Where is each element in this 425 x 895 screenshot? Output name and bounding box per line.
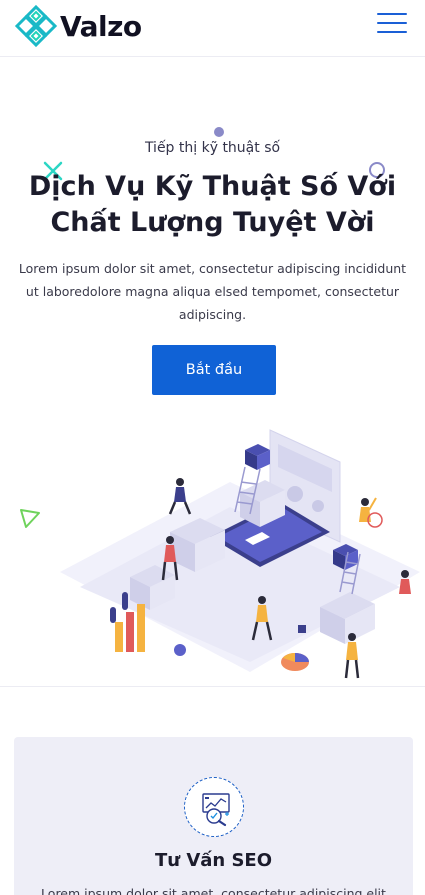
service-title: Tư Vấn SEO (154, 850, 273, 871)
service-icon-badge (184, 777, 244, 837)
get-started-button[interactable]: Bắt đầu (152, 345, 276, 395)
section-divider (0, 686, 425, 687)
dot-decoration-icon (214, 127, 224, 137)
hamburger-menu-icon[interactable] (377, 13, 407, 35)
brand-name: Valzo (60, 9, 142, 43)
hero-section: Tiếp thị kỹ thuật số Dịch Vụ Kỹ Thuật Số… (0, 57, 425, 687)
hero-title: Dịch Vụ Kỹ Thuật Số Với Chất Lượng Tuyệt… (28, 171, 397, 238)
isometric-office-illustration (60, 429, 420, 679)
seo-analytics-icon (202, 793, 230, 827)
triangle-decoration-icon (20, 509, 40, 528)
service-card-seo[interactable]: Tư Vấn SEO Lorem ipsum dolor sit amet, c… (14, 737, 413, 895)
brand-logo[interactable]: Valzo (14, 4, 142, 48)
logo-mark-icon (14, 4, 58, 48)
hero-eyebrow: Tiếp thị kỹ thuật số (144, 140, 281, 156)
service-description: Lorem ipsum dolor sit amet, consectetur … (41, 886, 386, 895)
hero-description: Lorem ipsum dolor sit amet, consectetur … (18, 261, 407, 322)
site-header: Valzo (0, 0, 425, 57)
